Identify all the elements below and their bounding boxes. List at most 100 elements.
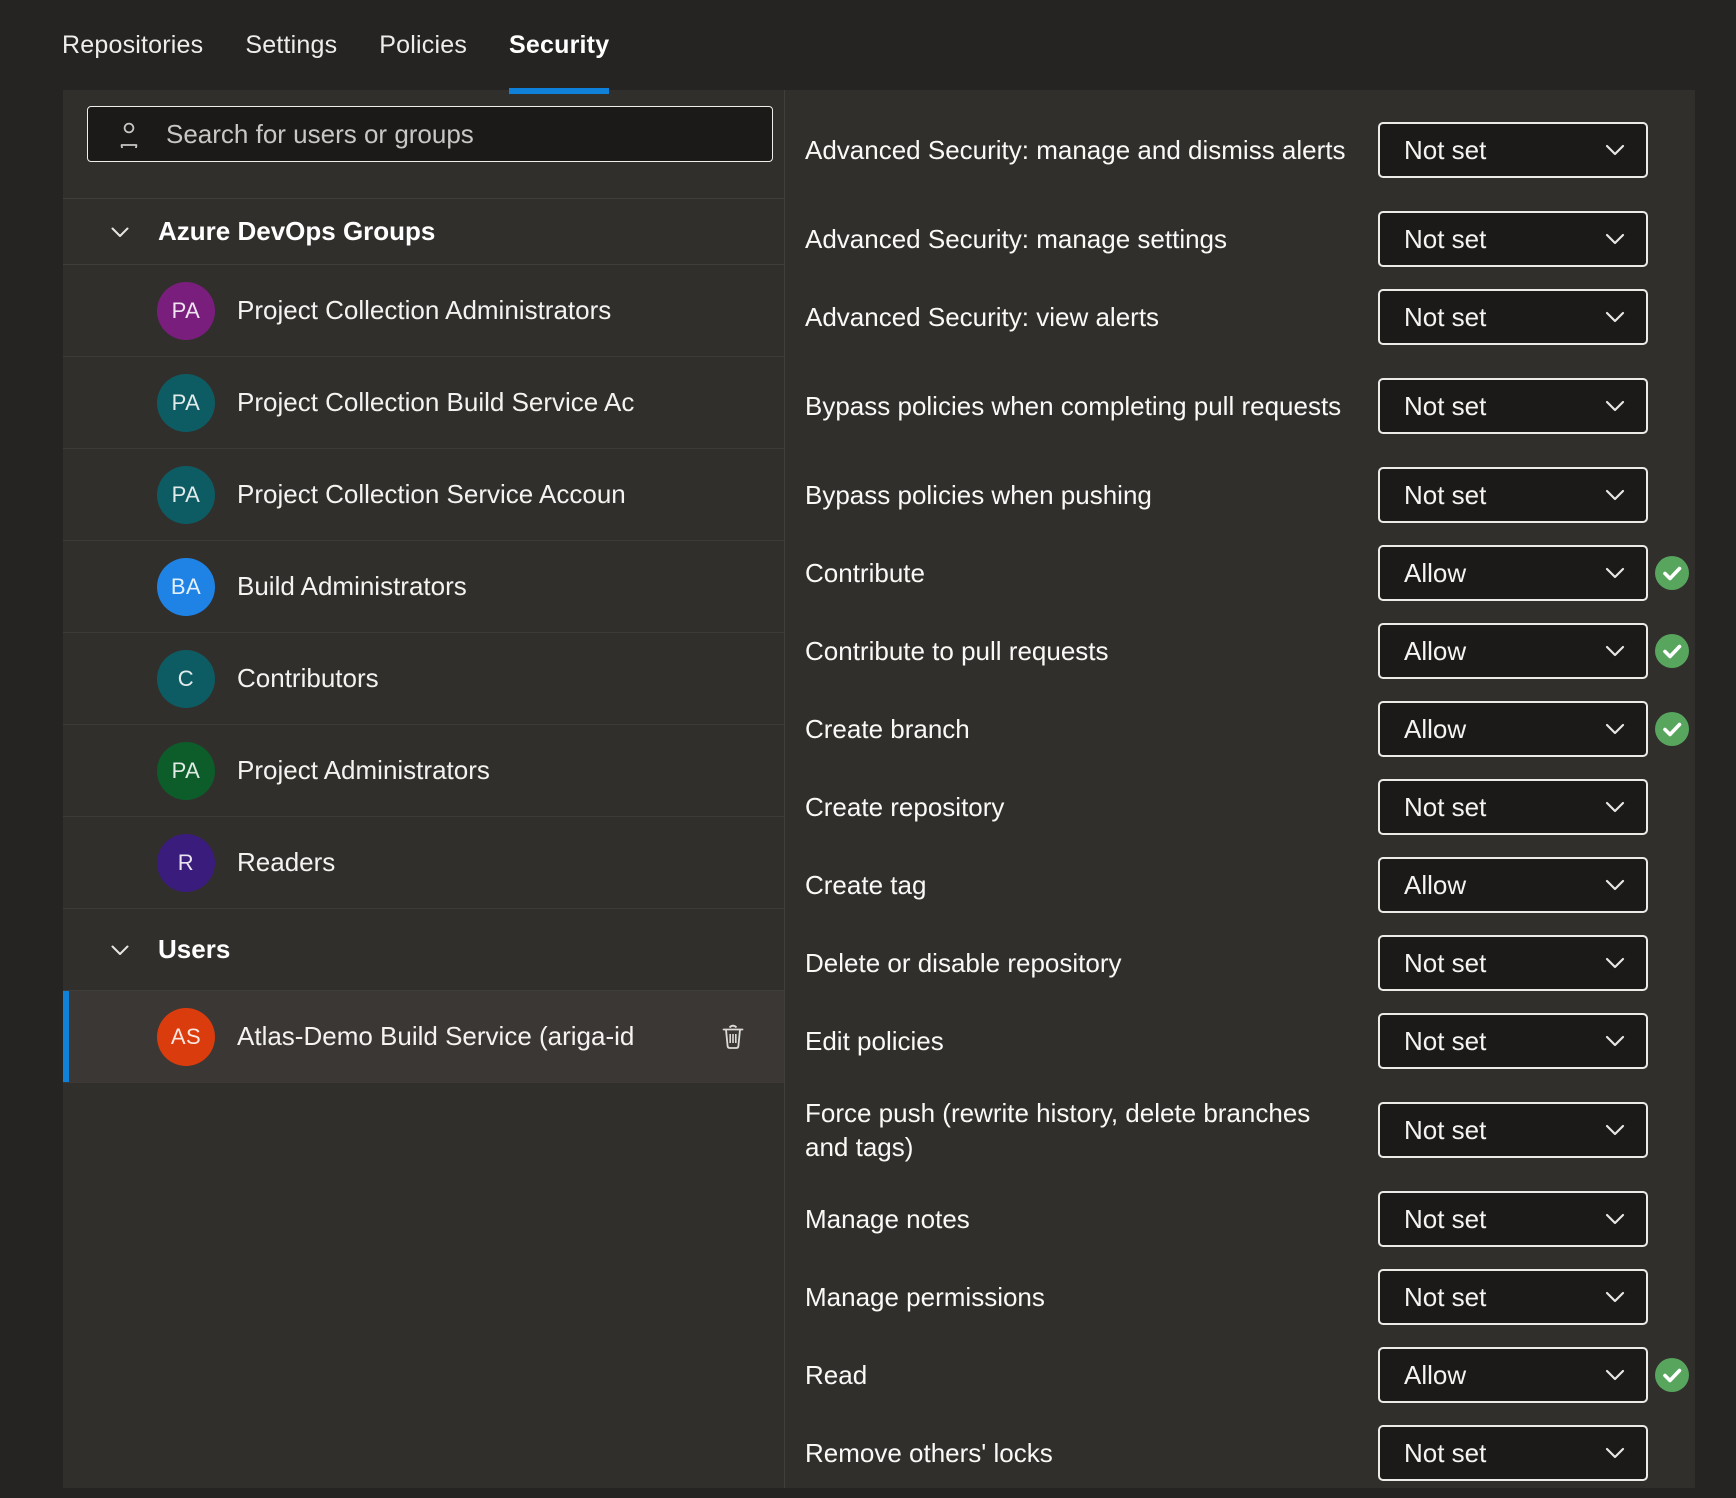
group-label: Project Collection Administrators bbox=[237, 295, 784, 326]
permission-row: Bypass policies when pushing Not set bbox=[805, 456, 1695, 534]
permission-row: Create tag Allow bbox=[805, 846, 1695, 924]
group-label: Build Administrators bbox=[237, 571, 784, 602]
permission-dropdown[interactable]: Not set bbox=[1378, 211, 1648, 267]
permission-label: Contribute to pull requests bbox=[805, 634, 1378, 668]
granted-check-badge bbox=[1655, 556, 1689, 590]
chevron-down-icon bbox=[1602, 638, 1628, 664]
chevron-down-icon bbox=[1602, 1440, 1628, 1466]
chevron-down-icon bbox=[109, 939, 131, 961]
permission-label: Create tag bbox=[805, 868, 1378, 902]
avatar: C bbox=[157, 650, 215, 708]
chevron-down-icon bbox=[1602, 226, 1628, 252]
sidebar-item-build-administrators[interactable]: BA Build Administrators bbox=[63, 541, 784, 633]
permission-dropdown[interactable]: Not set bbox=[1378, 1425, 1648, 1481]
search-input[interactable] bbox=[166, 119, 772, 150]
permission-row: Create repository Not set bbox=[805, 768, 1695, 846]
permission-label: Advanced Security: manage and dismiss al… bbox=[805, 133, 1378, 167]
dropdown-value: Not set bbox=[1404, 1438, 1602, 1469]
permission-row: Manage notes Not set bbox=[805, 1180, 1695, 1258]
dropdown-value: Not set bbox=[1404, 1282, 1602, 1313]
dropdown-value: Not set bbox=[1404, 302, 1602, 333]
avatar: BA bbox=[157, 558, 215, 616]
permission-dropdown[interactable]: Not set bbox=[1378, 1013, 1648, 1069]
permission-row: Create branch Allow bbox=[805, 690, 1695, 768]
chevron-down-icon bbox=[1602, 716, 1628, 742]
sidebar-item-project-collection-administrators[interactable]: PA Project Collection Administrators bbox=[63, 265, 784, 357]
permission-label: Create branch bbox=[805, 712, 1378, 746]
search-box bbox=[87, 106, 773, 162]
trash-icon bbox=[720, 1023, 746, 1051]
chevron-down-icon bbox=[1602, 794, 1628, 820]
permission-dropdown[interactable]: Not set bbox=[1378, 935, 1648, 991]
users-section-header[interactable]: Users bbox=[63, 909, 784, 991]
group-section-header[interactable]: Azure DevOps Groups bbox=[63, 198, 784, 265]
chevron-down-icon bbox=[1602, 1028, 1628, 1054]
chevron-down-icon bbox=[1602, 560, 1628, 586]
chevron-down-icon bbox=[109, 221, 131, 243]
dropdown-value: Not set bbox=[1404, 135, 1602, 166]
sidebar-item-project-administrators[interactable]: PA Project Administrators bbox=[63, 725, 784, 817]
granted-check-badge bbox=[1655, 1358, 1689, 1392]
chevron-down-icon bbox=[1602, 1284, 1628, 1310]
tab-repositories[interactable]: Repositories bbox=[62, 0, 203, 90]
permission-dropdown[interactable]: Not set bbox=[1378, 1269, 1648, 1325]
tab-policies[interactable]: Policies bbox=[379, 0, 467, 90]
person-search-icon bbox=[116, 120, 142, 148]
dropdown-value: Allow bbox=[1404, 714, 1602, 745]
permission-label: Edit policies bbox=[805, 1024, 1378, 1058]
tab-settings[interactable]: Settings bbox=[245, 0, 337, 90]
avatar: PA bbox=[157, 742, 215, 800]
sidebar-item-readers[interactable]: R Readers bbox=[63, 817, 784, 909]
permission-label: Bypass policies when completing pull req… bbox=[805, 389, 1378, 423]
permission-label: Manage permissions bbox=[805, 1280, 1378, 1314]
permission-row: Advanced Security: view alerts Not set bbox=[805, 278, 1695, 356]
content-area: Azure DevOps Groups PA Project Collectio… bbox=[63, 90, 1695, 1488]
permission-dropdown[interactable]: Allow bbox=[1378, 1347, 1648, 1403]
permission-dropdown[interactable]: Allow bbox=[1378, 545, 1648, 601]
sidebar-item-project-collection-build-service-accounts[interactable]: PA Project Collection Build Service Ac bbox=[63, 357, 784, 449]
group-label: Contributors bbox=[237, 663, 784, 694]
user-label: Atlas-Demo Build Service (ariga-id bbox=[237, 1021, 784, 1052]
chevron-down-icon bbox=[1602, 1362, 1628, 1388]
dropdown-value: Not set bbox=[1404, 1204, 1602, 1235]
chevron-down-icon bbox=[1602, 482, 1628, 508]
delete-user-button[interactable] bbox=[716, 1019, 750, 1055]
sidebar-item-user-atlas-demo-build-service[interactable]: AS Atlas-Demo Build Service (ariga-id bbox=[63, 991, 784, 1083]
permission-row: Edit policies Not set bbox=[805, 1002, 1695, 1080]
avatar: AS bbox=[157, 1008, 215, 1066]
dropdown-value: Allow bbox=[1404, 558, 1602, 589]
permission-label: Create repository bbox=[805, 790, 1378, 824]
permission-dropdown[interactable]: Not set bbox=[1378, 467, 1648, 523]
permission-dropdown[interactable]: Not set bbox=[1378, 1191, 1648, 1247]
permission-dropdown[interactable]: Not set bbox=[1378, 1102, 1648, 1158]
dropdown-value: Allow bbox=[1404, 636, 1602, 667]
users-section-title: Users bbox=[158, 934, 230, 965]
sidebar-item-project-collection-service-accounts[interactable]: PA Project Collection Service Accoun bbox=[63, 449, 784, 541]
permission-label: Bypass policies when pushing bbox=[805, 478, 1378, 512]
group-label: Project Collection Build Service Ac bbox=[237, 387, 784, 418]
group-section-title: Azure DevOps Groups bbox=[158, 216, 435, 247]
tab-security[interactable]: Security bbox=[509, 0, 609, 90]
permission-row: Read Allow bbox=[805, 1336, 1695, 1414]
permission-dropdown[interactable]: Allow bbox=[1378, 857, 1648, 913]
permission-label: Advanced Security: view alerts bbox=[805, 300, 1378, 334]
dropdown-value: Allow bbox=[1404, 1360, 1602, 1391]
permission-label: Read bbox=[805, 1358, 1378, 1392]
chevron-down-icon bbox=[1602, 393, 1628, 419]
avatar: PA bbox=[157, 466, 215, 524]
permission-dropdown[interactable]: Allow bbox=[1378, 701, 1648, 757]
sidebar-item-contributors[interactable]: C Contributors bbox=[63, 633, 784, 725]
group-label: Project Administrators bbox=[237, 755, 784, 786]
chevron-down-icon bbox=[1602, 1206, 1628, 1232]
permission-dropdown[interactable]: Not set bbox=[1378, 378, 1648, 434]
granted-check-badge bbox=[1655, 712, 1689, 746]
group-label: Project Collection Service Accoun bbox=[237, 479, 784, 510]
permission-dropdown[interactable]: Not set bbox=[1378, 779, 1648, 835]
permission-dropdown[interactable]: Not set bbox=[1378, 122, 1648, 178]
permission-row: Delete or disable repository Not set bbox=[805, 924, 1695, 1002]
permission-label: Manage notes bbox=[805, 1202, 1378, 1236]
permission-dropdown[interactable]: Not set bbox=[1378, 289, 1648, 345]
permission-row: Contribute to pull requests Allow bbox=[805, 612, 1695, 690]
permission-dropdown[interactable]: Allow bbox=[1378, 623, 1648, 679]
permission-row: Contribute Allow bbox=[805, 534, 1695, 612]
